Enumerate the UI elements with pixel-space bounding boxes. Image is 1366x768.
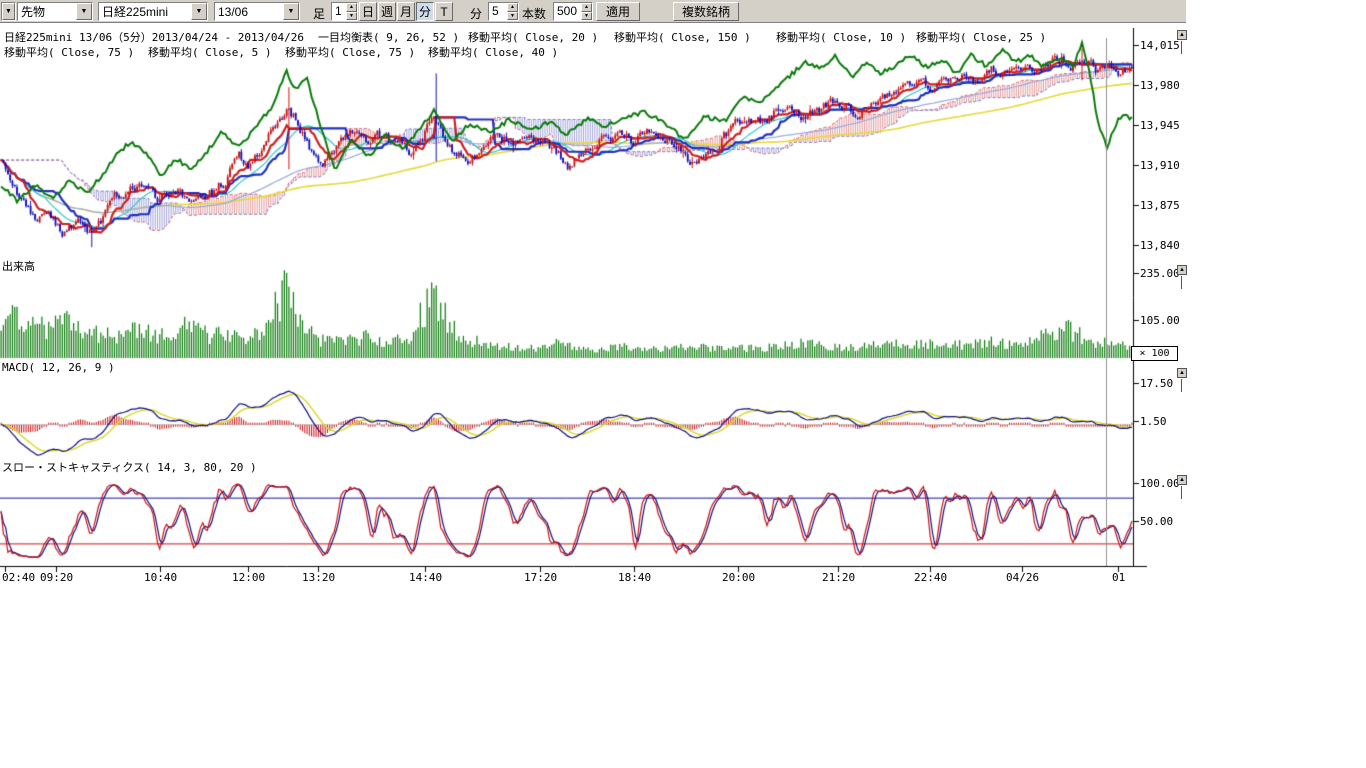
volume-axis-label: 105.00: [1140, 314, 1180, 327]
price-axis-label: 13,840: [1140, 239, 1180, 252]
interval-value: 1: [332, 3, 346, 20]
trading-app-window: ▼ 先物 ▼ 日経225mini ▼ 13/06 ▼ 足 1 ▲▼ 日 週 月 …: [0, 0, 1186, 768]
stoch-pane-title: スロー・ストキャスティクス( 14, 3, 80, 20 ): [2, 459, 257, 475]
time-axis-label: 12:00: [232, 571, 265, 584]
time-axis-label: 10:40: [144, 571, 177, 584]
toolbar: ▼ 先物 ▼ 日経225mini ▼ 13/06 ▼ 足 1 ▲▼ 日 週 月 …: [0, 0, 1186, 23]
chevron-down-icon[interactable]: ▼: [283, 3, 299, 20]
pane-scrollbar-up-icon[interactable]: ▲: [1177, 30, 1187, 40]
pane-scrollbar-up-icon[interactable]: ▲: [1177, 475, 1187, 485]
indicator-ma20: 移動平均( Close, 20 ): [468, 29, 598, 45]
time-axis-label: 09:20: [40, 571, 73, 584]
chevron-down-icon[interactable]: ▼: [2, 3, 15, 20]
time-axis-label: 02:40: [2, 571, 35, 584]
indicator-ma5: 移動平均( Close, 5 ): [148, 44, 271, 60]
apply-button[interactable]: 適用: [596, 2, 640, 21]
indicator-ma10: 移動平均( Close, 10 ): [776, 29, 906, 45]
spin-down-icon[interactable]: ▼: [581, 12, 592, 21]
pane-scrollbar-up-icon[interactable]: ▲: [1177, 265, 1187, 275]
period-week-button[interactable]: 週: [378, 2, 396, 21]
price-axis-label: 13,910: [1140, 159, 1180, 172]
time-axis-label: 18:40: [618, 571, 651, 584]
indicator-ma25: 移動平均( Close, 25 ): [916, 29, 1046, 45]
indicator-ma75b: 移動平均( Close, 75 ): [285, 44, 415, 60]
stoch-axis-label: 100.00: [1140, 477, 1180, 490]
spin-up-icon[interactable]: ▲: [346, 3, 357, 12]
price-axis-label: 13,875: [1140, 199, 1180, 212]
time-axis-label: 22:40: [914, 571, 947, 584]
spin-down-icon[interactable]: ▼: [507, 12, 518, 21]
bar-type-label: 足: [313, 5, 325, 22]
minute-input[interactable]: 5 ▲▼: [488, 2, 519, 21]
stoch-axis-label: 50.00: [1140, 515, 1173, 528]
chart-title: 日経225mini 13/06（5分）2013/04/24 - 2013/04/…: [4, 29, 304, 45]
time-axis-label: 04/26: [1006, 571, 1039, 584]
time-axis-label: 01: [1112, 571, 1125, 584]
price-axis-label: 14,015: [1140, 39, 1180, 52]
bar-count-label: 本数: [522, 5, 546, 22]
pane-scrollbar[interactable]: [1181, 379, 1182, 392]
pane-scrollbar[interactable]: [1181, 486, 1182, 499]
indicator-ma75: 移動平均( Close, 75 ): [4, 44, 134, 60]
spin-down-icon[interactable]: ▼: [346, 12, 357, 21]
window-mini-dropdown[interactable]: ▼: [1, 2, 16, 21]
category-value: 先物: [18, 3, 76, 20]
minute-label: 分: [470, 5, 482, 22]
pane-scrollbar[interactable]: [1181, 276, 1182, 289]
contract-value: 13/06: [215, 5, 283, 19]
spin-up-icon[interactable]: ▲: [581, 3, 592, 12]
period-day-button[interactable]: 日: [359, 2, 377, 21]
volume-axis-label: 235.00: [1140, 267, 1180, 280]
pane-scrollbar-up-icon[interactable]: ▲: [1177, 368, 1187, 378]
period-month-button[interactable]: 月: [397, 2, 415, 21]
indicator-ichimoku: 一目均衡表( 9, 26, 52 ): [318, 29, 459, 45]
indicator-ma150: 移動平均( Close, 150 ): [614, 29, 751, 45]
time-axis-label: 20:00: [722, 571, 755, 584]
macd-pane-title: MACD( 12, 26, 9 ): [2, 361, 115, 374]
bar-count-input[interactable]: 500 ▲▼: [553, 2, 593, 21]
interval-input[interactable]: 1 ▲▼: [331, 2, 358, 21]
chevron-down-icon[interactable]: ▼: [76, 3, 92, 20]
contract-month-dropdown[interactable]: 13/06 ▼: [214, 2, 300, 21]
category-dropdown[interactable]: 先物 ▼: [17, 2, 93, 21]
bar-count-value: 500: [554, 3, 581, 20]
time-axis-label: 21:20: [822, 571, 855, 584]
volume-pane-title: 出来高: [2, 258, 35, 274]
price-axis-label: 13,945: [1140, 119, 1180, 132]
symbol-dropdown[interactable]: 日経225mini ▼: [98, 2, 208, 21]
minute-value: 5: [489, 3, 507, 20]
period-minute-button[interactable]: 分: [416, 2, 434, 21]
price-axis-label: 13,980: [1140, 79, 1180, 92]
symbol-value: 日経225mini: [99, 3, 191, 20]
volume-unit-box: × 100: [1131, 346, 1178, 361]
time-axis-label: 17:20: [524, 571, 557, 584]
multi-symbol-button[interactable]: 複数銘柄: [673, 2, 739, 21]
period-tick-button[interactable]: T: [435, 2, 453, 21]
time-axis-label: 14:40: [409, 571, 442, 584]
pane-scrollbar[interactable]: [1181, 41, 1182, 54]
macd-axis-label: 17.50: [1140, 377, 1173, 390]
chevron-down-icon[interactable]: ▼: [191, 3, 207, 20]
indicator-ma40: 移動平均( Close, 40 ): [428, 44, 558, 60]
spin-up-icon[interactable]: ▲: [507, 3, 518, 12]
chart-canvas[interactable]: [0, 28, 1150, 574]
macd-axis-label: 1.50: [1140, 415, 1167, 428]
time-axis-label: 13:20: [302, 571, 335, 584]
